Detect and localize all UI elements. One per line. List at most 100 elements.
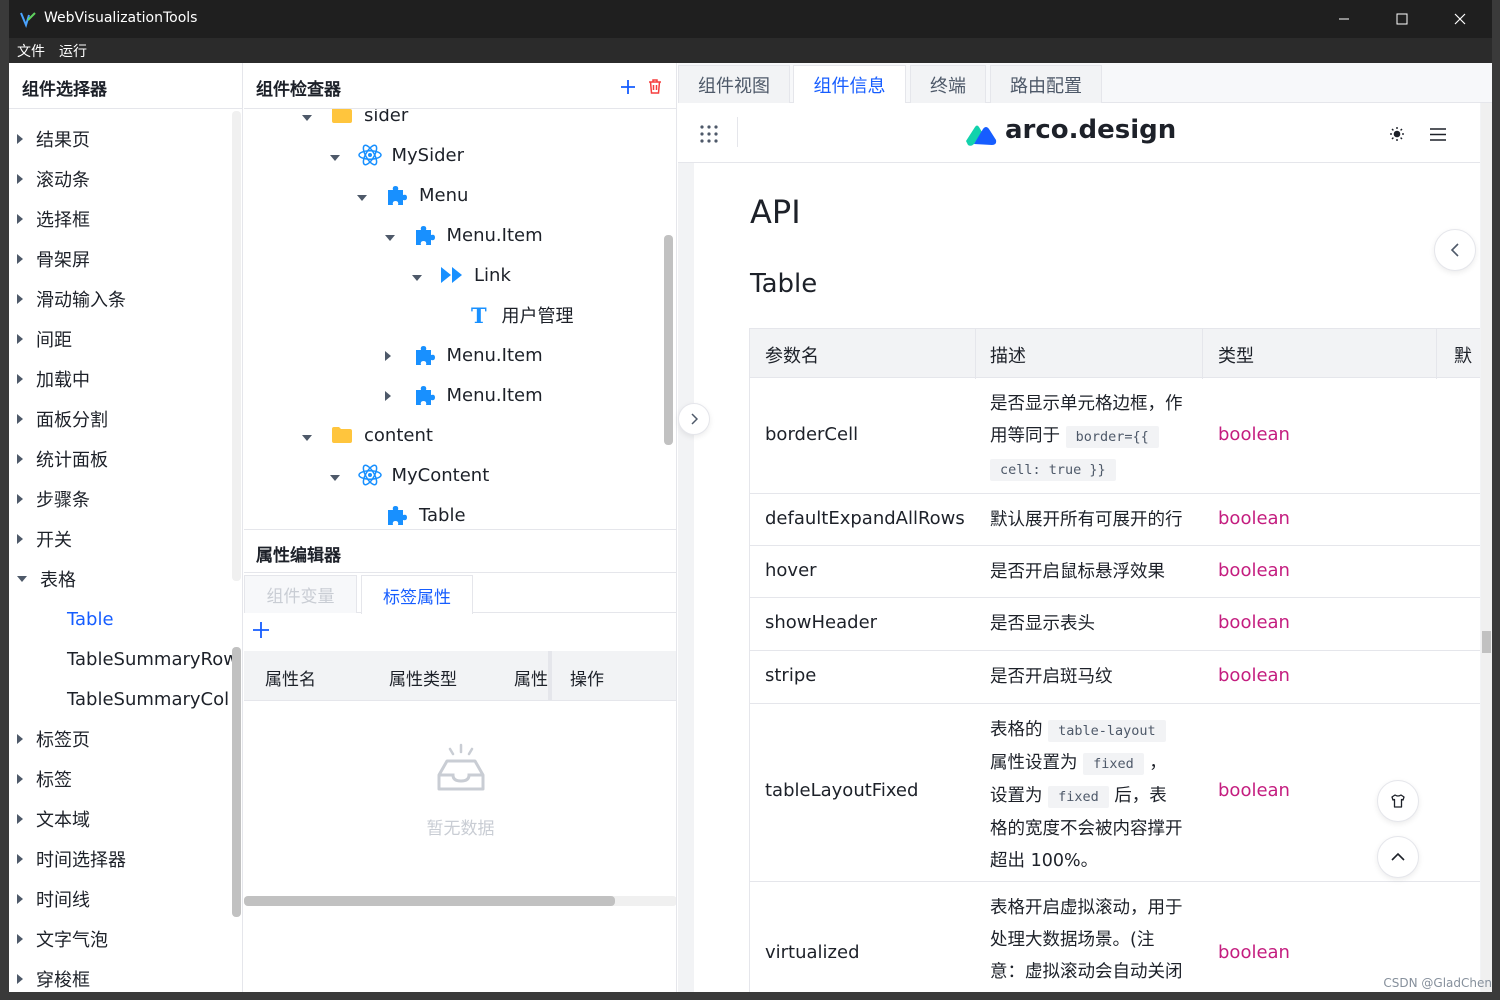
caret-down-icon[interactable]	[329, 465, 358, 486]
sun-icon[interactable]	[1390, 127, 1404, 141]
back-to-top-button[interactable]	[1377, 836, 1419, 878]
caret-down-icon[interactable]	[17, 576, 27, 582]
tab-route-config[interactable]: 路由配置	[990, 65, 1102, 103]
trash-icon[interactable]	[647, 78, 663, 95]
tree-node[interactable]: Menu.Item	[384, 215, 543, 255]
caret-right-icon[interactable]	[384, 385, 413, 406]
component-list-item[interactable]: 骨架屏	[9, 239, 234, 279]
menu-icon[interactable]	[1430, 128, 1446, 141]
caret-right-icon[interactable]	[17, 414, 23, 424]
tree-node[interactable]: MySider	[329, 135, 464, 175]
caret-right-icon[interactable]	[17, 774, 23, 784]
component-list-item[interactable]: 加载中	[9, 359, 234, 399]
tree-node[interactable]: Menu	[357, 175, 468, 215]
component-list-item[interactable]: 面板分割	[9, 399, 234, 439]
tree-node[interactable]: sider	[302, 109, 408, 135]
component-list-item[interactable]: 步骤条	[9, 479, 234, 519]
caret-right-icon[interactable]	[384, 345, 413, 366]
prop-hscroll-thumb[interactable]	[244, 896, 615, 906]
component-list-item[interactable]: 穿梭框	[9, 959, 234, 992]
component-list-item[interactable]: 文字气泡	[9, 919, 234, 959]
desc-code: table-layout	[1048, 720, 1166, 742]
caret-right-icon[interactable]	[17, 294, 23, 304]
component-list-item[interactable]: TableSummaryCol	[9, 679, 234, 719]
component-list-item[interactable]: 表格	[9, 559, 234, 599]
tab-tag-attributes[interactable]: 标签属性	[361, 575, 473, 614]
caret-right-icon[interactable]	[17, 974, 23, 984]
component-list-item[interactable]: 滚动条	[9, 159, 234, 199]
tree-scrollbar-thumb[interactable]	[664, 235, 673, 445]
component-list-item[interactable]: 文本域	[9, 799, 234, 839]
caret-down-icon[interactable]	[302, 425, 330, 446]
component-list-item[interactable]: 间距	[9, 319, 234, 359]
caret-right-icon[interactable]	[17, 454, 23, 464]
component-list-item[interactable]: 统计面板	[9, 439, 234, 479]
caret-right-icon[interactable]	[17, 854, 23, 864]
caret-right-icon[interactable]	[17, 814, 23, 824]
empty-state: 暂无数据	[244, 743, 676, 839]
caret-right-icon[interactable]	[17, 374, 23, 384]
component-list-label: 结果页	[36, 130, 90, 151]
component-list-item[interactable]: 时间选择器	[9, 839, 234, 879]
tree-node[interactable]: Menu.Item	[384, 335, 543, 375]
param-description: 是否显示单元格边框，作 用等同于 border={{ cell: true }}	[990, 388, 1200, 486]
tree-node[interactable]: MyContent	[329, 455, 489, 495]
toc-toggle-button[interactable]	[1434, 229, 1476, 271]
caret-right-icon[interactable]	[17, 734, 23, 744]
component-list-item[interactable]: Table	[9, 599, 234, 639]
component-list-item[interactable]: 开关	[9, 519, 234, 559]
caret-right-icon[interactable]	[17, 174, 23, 184]
caret-down-icon[interactable]	[329, 145, 358, 166]
caret-down-icon[interactable]	[357, 185, 385, 206]
caret-down-icon[interactable]	[302, 109, 330, 126]
minimize-button[interactable]	[1315, 0, 1373, 38]
param-description: 是否开启斑马纹	[990, 667, 1113, 687]
tab-component-variables[interactable]: 组件变量	[244, 575, 357, 613]
component-selector-panel: 组件选择器 结果页 滚动条 选择框 骨架屏 滑动输入条 间距 加载中 面板分割 统计面板 步骤条开…	[9, 63, 243, 992]
tab-component-view[interactable]: 组件视图	[678, 65, 790, 103]
col-param-name: 参数名	[765, 346, 819, 367]
caret-right-icon[interactable]	[17, 494, 23, 504]
tshirt-button[interactable]	[1377, 780, 1419, 822]
caret-down-icon[interactable]	[412, 265, 440, 286]
tab-terminal[interactable]: 终端	[910, 65, 986, 103]
caret-right-icon[interactable]	[17, 534, 23, 544]
empty-box-icon	[437, 743, 484, 791]
component-list-item[interactable]: 结果页	[9, 119, 234, 159]
tree-node[interactable]: content	[302, 415, 433, 455]
menu-file[interactable]: 文件	[17, 41, 45, 61]
caret-right-icon[interactable]	[17, 334, 23, 344]
component-list-label: 统计面板	[36, 450, 108, 471]
component-list-item[interactable]: 标签	[9, 759, 234, 799]
tree-node[interactable]: T 用户管理	[440, 295, 574, 335]
maximize-button[interactable]	[1373, 0, 1431, 38]
tree-node[interactable]: Link	[412, 255, 511, 295]
doc-scrollbar-thumb[interactable]	[1482, 631, 1491, 653]
add-property-icon[interactable]	[252, 621, 270, 639]
folder-icon	[330, 109, 354, 127]
caret-right-icon[interactable]	[17, 934, 23, 944]
tree-node[interactable]: Table	[357, 495, 466, 529]
plus-icon[interactable]	[620, 79, 636, 95]
caret-right-icon[interactable]	[17, 134, 23, 144]
left-scrollbar-thumb[interactable]	[232, 647, 241, 917]
collapse-panel-button[interactable]	[678, 403, 710, 435]
component-list-item[interactable]: 滑动输入条	[9, 279, 234, 319]
caret-right-icon[interactable]	[17, 254, 23, 264]
desc-line: 格的宽度不会被内容撑开	[990, 819, 1183, 839]
component-list-item[interactable]: 时间线	[9, 879, 234, 919]
component-list-item[interactable]: TableSummaryRow	[9, 639, 238, 679]
tree-node[interactable]: Menu.Item	[384, 375, 543, 415]
close-button[interactable]	[1431, 0, 1489, 38]
desc-text: 表格的	[990, 720, 1043, 740]
component-list-item[interactable]: 标签页	[9, 719, 234, 759]
caret-right-icon[interactable]	[17, 214, 23, 224]
menu-run[interactable]: 运行	[59, 41, 87, 61]
tab-component-info[interactable]: 组件信息	[793, 65, 906, 104]
component-list-label: 面板分割	[36, 410, 108, 431]
component-list-item[interactable]: 选择框	[9, 199, 234, 239]
caret-right-icon[interactable]	[17, 894, 23, 904]
param-description: 表格开启虚拟滚动，用于 处理大数据场景。(注 意：虚拟滚动会自动关闭	[990, 892, 1200, 988]
caret-down-icon[interactable]	[384, 225, 413, 246]
apps-grid-icon[interactable]	[700, 125, 718, 143]
